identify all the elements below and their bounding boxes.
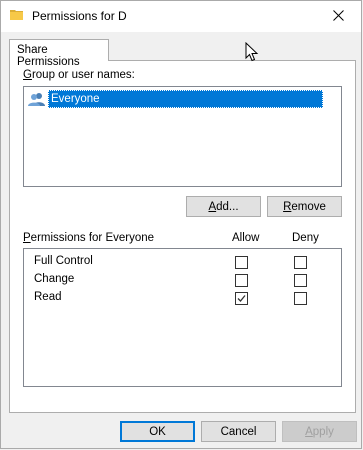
allow-checkbox[interactable]	[235, 256, 248, 269]
permission-name: Change	[34, 273, 75, 285]
allow-checkbox[interactable]	[235, 292, 248, 305]
users-icon	[28, 92, 46, 106]
deny-checkbox[interactable]	[294, 256, 307, 269]
permission-row-full-control: Full Control	[24, 253, 341, 271]
permissions-list: Full Control Change Read	[23, 248, 342, 387]
allow-checkbox[interactable]	[235, 274, 248, 287]
title-bar[interactable]: Permissions for D	[1, 1, 361, 32]
permission-row-change: Change	[24, 271, 341, 289]
permission-row-read: Read	[24, 289, 341, 307]
folder-icon	[10, 9, 23, 20]
window-title: Permissions for D	[32, 9, 127, 23]
list-item-everyone[interactable]: Everyone	[28, 90, 323, 108]
close-button[interactable]	[315, 1, 361, 32]
allow-header: Allow	[232, 232, 260, 244]
tab-share-permissions[interactable]: Share Permissions	[9, 39, 109, 68]
close-icon	[332, 9, 344, 24]
remove-button[interactable]: Remove	[267, 196, 342, 217]
deny-checkbox[interactable]	[294, 274, 307, 287]
permission-name: Full Control	[34, 255, 93, 267]
permission-name: Read	[34, 291, 62, 303]
permissions-label: Permissions for Everyone	[23, 232, 155, 244]
cancel-button[interactable]: Cancel	[201, 421, 276, 442]
ok-button[interactable]: OK	[120, 421, 195, 442]
deny-checkbox[interactable]	[294, 292, 307, 305]
group-user-listbox[interactable]: Everyone	[23, 86, 342, 187]
list-item-label: Everyone	[48, 90, 323, 108]
permissions-dialog: Permissions for D Share Permissions Grou…	[0, 0, 362, 449]
group-label: Group or user names:	[23, 69, 135, 81]
tab-label: Share Permissions	[17, 44, 80, 68]
add-button[interactable]: Add...	[186, 196, 261, 217]
check-icon	[237, 295, 246, 302]
deny-header: Deny	[292, 232, 319, 244]
apply-button[interactable]: Apply	[282, 421, 357, 442]
